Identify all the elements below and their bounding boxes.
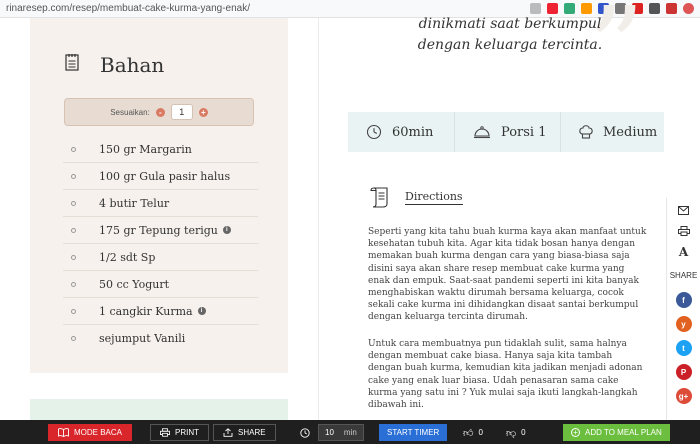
meta-time: 60min <box>348 112 454 152</box>
ingredient-item[interactable]: 1 cangkir Kurma i <box>63 298 258 325</box>
ingredients-title: Bahan <box>100 53 165 77</box>
meta-servings-value: Porsi 1 <box>501 124 547 140</box>
yummly-share-icon[interactable]: y <box>675 316 692 332</box>
ingredient-item[interactable]: 100 gr Gula pasir halus <box>63 163 258 190</box>
timer-value: 10 <box>325 428 334 437</box>
envelope-icon <box>678 205 689 215</box>
servings-adjuster: Sesuaikan: - 1 + <box>64 98 254 126</box>
facebook-share-icon[interactable]: f <box>675 292 692 308</box>
checkbox-circle-icon[interactable] <box>71 336 76 341</box>
checkbox-circle-icon[interactable] <box>71 146 76 152</box>
adjust-label: Sesuaikan: <box>110 107 150 117</box>
page: { "browser": { "url": "rinaresep.com/res… <box>0 0 700 444</box>
clock-icon <box>300 427 310 438</box>
ingredient-item[interactable]: sejumput Vanili <box>63 325 258 352</box>
star-icon[interactable] <box>530 3 541 14</box>
plus-circle-icon: + <box>571 428 580 437</box>
read-mode-label: MODE BACA <box>74 428 123 437</box>
recipe-meta-bar: 60min Porsi 1 Medium <box>348 112 664 152</box>
checkbox-circle-icon[interactable] <box>71 227 76 233</box>
timer-unit: min <box>343 428 357 437</box>
share-rail: A SHARE f y t P g+ <box>666 198 700 430</box>
servings-input[interactable]: 1 <box>170 104 193 120</box>
increase-servings-button[interactable]: + <box>198 107 208 117</box>
email-button[interactable] <box>667 201 700 219</box>
chef-hat-icon <box>579 125 593 139</box>
like-count: 0 <box>478 428 483 437</box>
ingredient-item[interactable]: 50 cc Yogurt <box>63 271 258 298</box>
info-icon[interactable]: i <box>197 307 206 315</box>
recipe-quote: dinikmati saat berkumpul dengan keluarga… <box>385 14 635 56</box>
extension-icon[interactable] <box>564 3 575 14</box>
column-divider <box>318 18 319 426</box>
print-button[interactable] <box>667 222 700 240</box>
ingredient-item[interactable]: 4 butir Telur <box>63 190 258 217</box>
ingredient-text: 1/2 sdt Sp <box>99 250 156 264</box>
checkbox-circle-icon[interactable] <box>71 200 76 206</box>
checkbox-circle-icon[interactable] <box>71 281 76 287</box>
scroll-icon <box>370 187 388 208</box>
print-label: PRINT <box>175 428 199 437</box>
meta-difficulty-value: Medium <box>603 124 658 140</box>
meal-plan-label: ADD TO MEAL PLAN <box>585 428 662 437</box>
dislike-button[interactable]: 👎︎ 0 <box>506 424 526 441</box>
share-label-bottom: SHARE <box>238 428 266 437</box>
ingredient-text: 150 gr Margarin <box>99 142 192 156</box>
checkbox-circle-icon[interactable] <box>71 173 76 179</box>
ingredient-text: 4 butir Telur <box>99 196 170 210</box>
meta-servings: Porsi 1 <box>454 112 560 152</box>
ingredient-list: 150 gr Margarin 100 gr Gula pasir halus … <box>63 136 258 352</box>
print-bar-button[interactable]: PRINT <box>150 424 209 441</box>
directions-title: Directions <box>405 190 463 205</box>
share-icon <box>223 428 233 437</box>
profile-icon[interactable] <box>683 3 694 14</box>
start-timer-button[interactable]: START TIMER <box>379 424 448 441</box>
notepad-icon <box>65 54 79 71</box>
twitter-share-icon[interactable]: t <box>675 340 692 356</box>
printer-icon <box>160 428 170 437</box>
ingredient-text: 1 cangkir Kurma <box>99 304 193 318</box>
extension-icon[interactable] <box>547 3 558 14</box>
google-plus-share-icon[interactable]: g+ <box>675 388 692 404</box>
share-label: SHARE <box>669 271 698 280</box>
read-mode-button[interactable]: MODE BACA <box>48 424 133 441</box>
clock-icon <box>366 124 382 140</box>
like-button[interactable]: 👍︎ 0 <box>463 424 483 441</box>
url-text[interactable]: rinaresep.com/resep/membuat-cake-kurma-y… <box>0 3 530 14</box>
directions-paragraph: Seperti yang kita tahu buah kurma kaya a… <box>368 227 647 323</box>
ingredients-card: Bahan Sesuaikan: - 1 + 150 gr Margarin 1… <box>30 18 288 373</box>
ingredient-item[interactable]: 1/2 sdt Sp <box>63 244 258 271</box>
meta-difficulty: Medium <box>560 112 664 152</box>
ingredient-text: 175 gr Tepung terigu <box>99 223 218 237</box>
info-icon[interactable]: i <box>222 226 231 234</box>
ingredient-item[interactable]: 175 gr Tepung terigu i <box>63 217 258 244</box>
quote-line: dinikmati saat berkumpul <box>418 16 602 32</box>
directions-paragraph: Untuk cara membuatnya pun tidaklah sulit… <box>368 339 643 411</box>
meta-time-value: 60min <box>392 124 434 140</box>
printer-icon <box>677 226 690 236</box>
ingredient-text: 50 cc Yogurt <box>99 277 170 291</box>
ingredient-item[interactable]: 150 gr Margarin <box>63 136 258 163</box>
font-size-button[interactable]: A <box>667 243 700 261</box>
thumbs-down-icon: 👎︎ <box>506 427 517 439</box>
dislike-count: 0 <box>521 428 526 437</box>
pinterest-share-icon[interactable]: P <box>675 364 692 380</box>
quote-line: dengan keluarga tercinta. <box>417 37 603 53</box>
book-icon <box>58 428 69 437</box>
extension-icon[interactable] <box>666 3 677 14</box>
add-to-meal-plan-button[interactable]: + ADD TO MEAL PLAN <box>563 424 670 441</box>
thumbs-up-icon: 👍︎ <box>463 427 474 439</box>
ingredient-text: 100 gr Gula pasir halus <box>99 169 231 183</box>
serving-cloche-icon <box>474 126 490 139</box>
share-bar-button[interactable]: SHARE <box>213 424 276 441</box>
timer-minutes-input[interactable]: 10 min <box>318 424 364 441</box>
bottom-action-bar: MODE BACA PRINT SHARE 10 min START TIMER… <box>0 420 700 444</box>
ingredient-text: sejumput Vanili <box>99 332 186 345</box>
checkbox-circle-icon[interactable] <box>71 254 76 260</box>
decrease-servings-button[interactable]: - <box>155 107 165 117</box>
checkbox-circle-icon[interactable] <box>71 308 76 314</box>
extension-icon[interactable] <box>649 3 660 14</box>
timer-clock-icon <box>300 424 310 441</box>
